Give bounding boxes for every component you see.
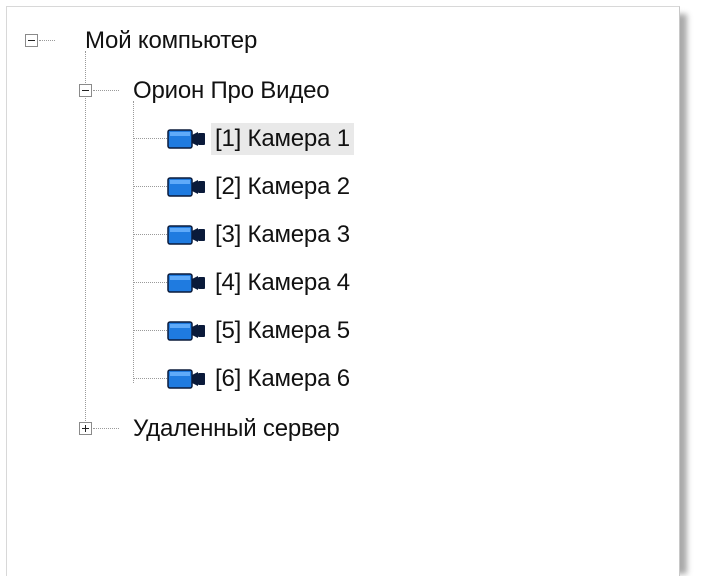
tree-node-label: Удаленный сервер: [133, 415, 340, 442]
tree-connector-h: [133, 330, 167, 331]
tree-node-label: Мой компьютер: [85, 27, 258, 54]
tree-node-label: [5] Камера 5: [215, 317, 350, 344]
tree-node-label: [1] Камера 1: [211, 123, 354, 155]
camera-icon: [167, 175, 207, 199]
tree-node-remote-server[interactable]: Удаленный сервер: [79, 409, 344, 449]
tree-node-label: [2] Камера 2: [215, 173, 350, 200]
expand-icon[interactable]: [79, 422, 92, 435]
tree-node-orion-video[interactable]: Орион Про Видео: [79, 71, 333, 111]
collapse-icon[interactable]: [25, 34, 38, 47]
tree-connector-h: [133, 234, 167, 235]
tree-node-camera[interactable]: [1] Камера 1: [133, 119, 354, 159]
tree-connector-h: [133, 186, 167, 187]
device-tree: Мой компьютер Орион Про Видео [1] Камера…: [7, 7, 679, 576]
camera-icon: [167, 367, 207, 391]
tree-node-camera[interactable]: [5] Камера 5: [133, 311, 354, 351]
tree-node-label: Орион Про Видео: [133, 77, 330, 104]
tree-connector-h: [93, 90, 119, 91]
collapse-icon[interactable]: [79, 84, 92, 97]
tree-node-camera[interactable]: [6] Камера 6: [133, 359, 354, 399]
tree-connector-h: [39, 40, 55, 41]
tree-node-my-computer[interactable]: Мой компьютер: [25, 21, 261, 61]
tree-node-label: [6] Камера 6: [215, 365, 350, 392]
camera-icon: [167, 319, 207, 343]
tree-view-panel[interactable]: Мой компьютер Орион Про Видео [1] Камера…: [6, 6, 680, 576]
camera-icon: [167, 223, 207, 247]
tree-node-camera[interactable]: [2] Камера 2: [133, 167, 354, 207]
camera-icon: [167, 127, 207, 151]
tree-node-label: [3] Камера 3: [215, 221, 350, 248]
tree-node-camera[interactable]: [4] Камера 4: [133, 263, 354, 303]
tree-node-camera[interactable]: [3] Камера 3: [133, 215, 354, 255]
tree-connector-h: [133, 138, 167, 139]
tree-connector-h: [133, 282, 167, 283]
tree-connector-h: [93, 428, 119, 429]
tree-node-label: [4] Камера 4: [215, 269, 350, 296]
camera-icon: [167, 271, 207, 295]
tree-connector-h: [133, 378, 167, 379]
